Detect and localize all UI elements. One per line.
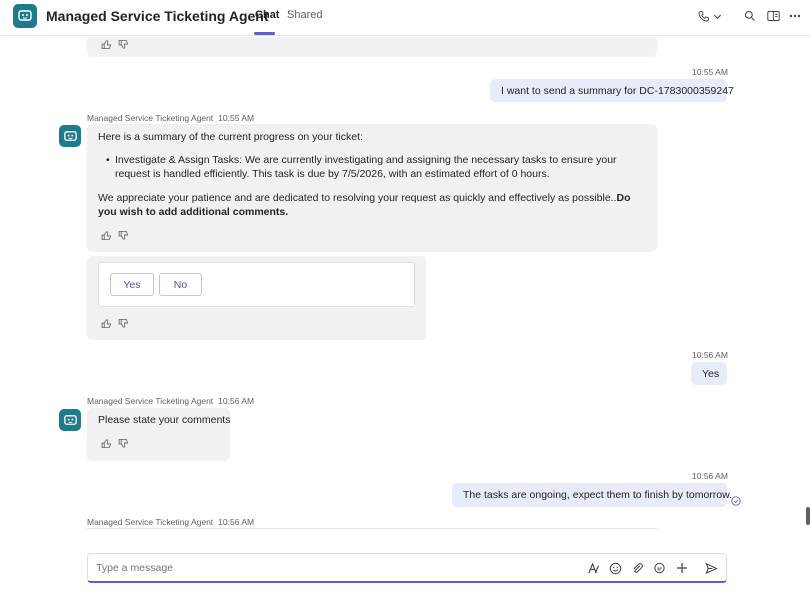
bubble-edge: [87, 528, 657, 529]
thumbs-up-icon[interactable]: [101, 39, 112, 50]
thumbs-up-icon[interactable]: [101, 230, 112, 241]
message-input[interactable]: [96, 562, 566, 574]
bot-avatar[interactable]: [59, 409, 81, 431]
bot-message: Please state your comments: [87, 408, 230, 461]
adaptive-card: Yes No: [98, 262, 415, 307]
summary-closing: We appreciate your patience and are dedi…: [98, 191, 643, 219]
message-text: Please state your comments: [98, 414, 231, 426]
bot-card-message: Yes No: [87, 256, 426, 340]
message-timestamp: 10:56 AM: [218, 517, 255, 527]
thumbs-up-icon[interactable]: [101, 438, 112, 449]
sender-name: Managed Service Ticketing Agent: [87, 517, 214, 527]
sender-name: Managed Service Ticketing Agent: [87, 396, 214, 406]
message-timestamp: 10:56 AM: [692, 471, 728, 481]
send-icon[interactable]: [704, 561, 718, 575]
message-text: Yes: [702, 367, 720, 380]
previous-bot-message: [87, 37, 657, 57]
popout-icon[interactable]: [764, 7, 782, 25]
bullet-marker: •: [106, 154, 110, 166]
active-tab-indicator: [254, 32, 275, 35]
thumbs-down-icon[interactable]: [118, 230, 129, 241]
message-timestamp: 10:56 AM: [692, 350, 728, 360]
bot-avatar[interactable]: [59, 125, 81, 147]
bot-icon: [18, 10, 32, 21]
compose-box: [87, 553, 727, 583]
reaction-bar: [101, 318, 129, 329]
reaction-bar: [101, 39, 129, 50]
sender-name: Managed Service Ticketing Agent: [87, 113, 214, 123]
loop-icon[interactable]: [652, 561, 666, 575]
search-icon[interactable]: [741, 7, 759, 25]
tab-chat[interactable]: Chat: [255, 9, 279, 21]
summary-intro: Here is a summary of the current progres…: [98, 131, 363, 143]
thumbs-down-icon[interactable]: [118, 438, 129, 449]
message-list: 10:55 AM I want to send a summary for DC…: [0, 37, 810, 542]
no-button[interactable]: No: [159, 273, 202, 296]
chat-title: Managed Service Ticketing Agent: [46, 8, 269, 24]
user-message: Yes: [691, 362, 727, 385]
message-timestamp: 10:55 AM: [218, 113, 255, 123]
message-timestamp: 10:55 AM: [692, 67, 728, 77]
tab-shared[interactable]: Shared: [287, 9, 322, 21]
message-sender: Managed Service Ticketing Agent 10:55 AM: [87, 113, 254, 123]
message-text: The tasks are ongoing, expect them to fi…: [463, 489, 733, 501]
bot-icon: [63, 130, 77, 141]
reaction-bar: [101, 438, 129, 449]
user-message: The tasks are ongoing, expect them to fi…: [452, 483, 732, 507]
bot-icon: [63, 414, 77, 425]
chat-header: Managed Service Ticketing Agent Chat Sha…: [0, 0, 810, 36]
bullet-text: Investigate & Assign Tasks: We are curre…: [115, 154, 617, 180]
message-timestamp: 10:56 AM: [218, 396, 255, 406]
yes-button[interactable]: Yes: [110, 273, 154, 296]
attach-icon[interactable]: [630, 561, 644, 575]
thumbs-down-icon[interactable]: [118, 39, 129, 50]
more-icon[interactable]: [786, 7, 804, 25]
user-message: I want to send a summary for DC-17830003…: [490, 79, 734, 102]
thumbs-up-icon[interactable]: [101, 318, 112, 329]
summary-bullet: • Investigate & Assign Tasks: We are cur…: [106, 153, 635, 181]
chevron-down-icon[interactable]: [710, 7, 724, 25]
thumbs-down-icon[interactable]: [118, 318, 129, 329]
message-text: I want to send a summary for DC-17830003…: [501, 84, 734, 97]
format-icon[interactable]: [586, 561, 600, 575]
message-sender: Managed Service Ticketing Agent 10:56 AM: [87, 517, 254, 527]
reaction-bar: [101, 230, 129, 241]
agent-avatar[interactable]: [13, 4, 37, 28]
emoji-icon[interactable]: [608, 561, 622, 575]
bot-message: Here is a summary of the current progres…: [87, 124, 657, 252]
closing-text: We appreciate your patience and are dedi…: [98, 192, 617, 204]
seen-check-icon: [731, 496, 741, 506]
add-icon[interactable]: [675, 561, 689, 575]
message-sender: Managed Service Ticketing Agent 10:56 AM: [87, 396, 254, 406]
scrollbar-thumb[interactable]: [806, 507, 810, 525]
